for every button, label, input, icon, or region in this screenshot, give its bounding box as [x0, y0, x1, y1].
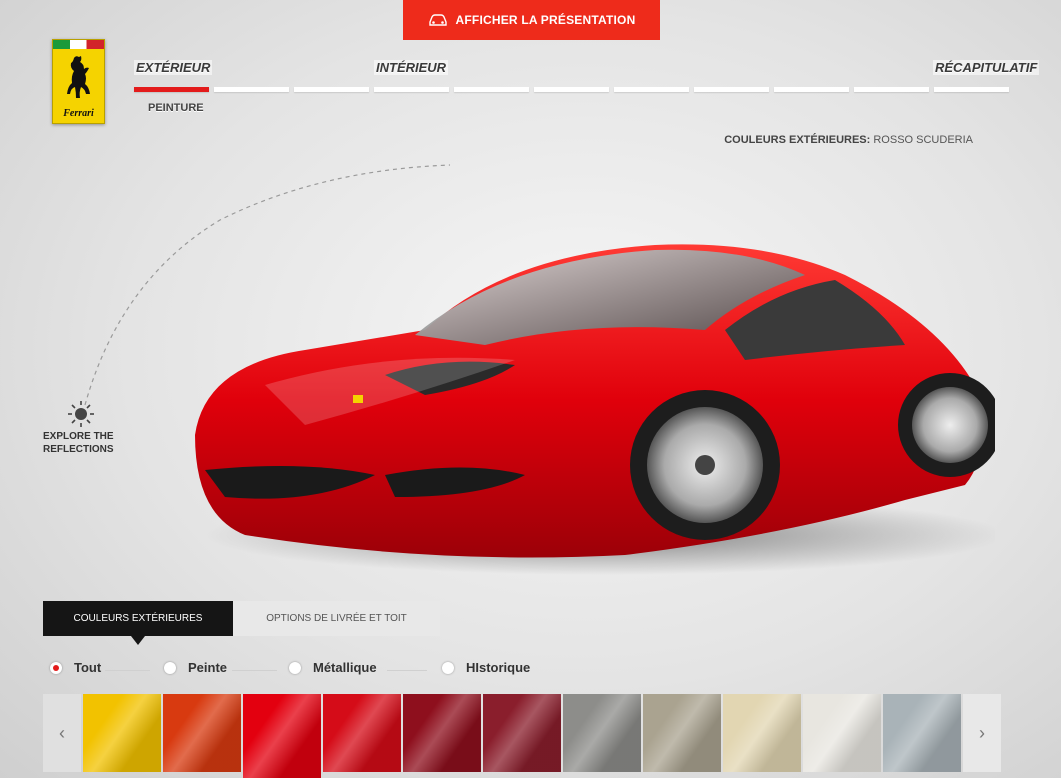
progress-segment	[774, 87, 849, 92]
car-icon	[428, 14, 447, 26]
color-swatch[interactable]	[243, 694, 321, 778]
swatch-sheen	[483, 694, 561, 772]
color-swatch[interactable]	[403, 694, 481, 772]
color-info-value: ROSSO SCUDERIA	[873, 134, 973, 146]
filter-all[interactable]: Tout	[50, 660, 101, 675]
progress-segment	[534, 87, 609, 92]
swatch-sheen	[883, 694, 961, 772]
filter-historic[interactable]: HIstorique	[442, 660, 530, 675]
reflections-line-1: EXPLORE THE	[43, 431, 114, 442]
prev-swatches-button[interactable]: ‹	[43, 694, 81, 772]
filter-divider	[105, 670, 150, 671]
filter-historic-label: HIstorique	[466, 660, 531, 675]
radio-filter-metallic[interactable]	[289, 661, 301, 674]
progress-segment	[694, 87, 769, 92]
progress-segment	[374, 87, 449, 92]
filter-all-label: Tout	[74, 660, 102, 675]
step-progress-bar	[134, 87, 1009, 92]
filter-divider	[387, 670, 427, 671]
progress-segment	[454, 87, 529, 92]
progress-segment	[134, 87, 209, 92]
swatch-sheen	[163, 694, 241, 772]
sun-icon	[68, 401, 94, 427]
step-sub-label: PEINTURE	[148, 102, 204, 114]
color-swatch[interactable]	[883, 694, 961, 772]
radio-filter-historic[interactable]	[442, 661, 454, 674]
show-presentation-button[interactable]: AFFICHER LA PRÉSENTATION	[403, 0, 660, 40]
color-swatch[interactable]	[483, 694, 561, 772]
color-swatch[interactable]	[803, 694, 881, 772]
chevron-left-icon: ‹	[59, 722, 65, 743]
logo-brand-text: Ferrari	[63, 108, 94, 119]
explore-reflections-button[interactable]: EXPLORE THE REFLECTIONS	[43, 400, 133, 456]
filter-metallic[interactable]: Métallique	[289, 660, 377, 675]
selected-color-info: COULEURS EXTÉRIEURES: ROSSO SCUDERIA	[724, 134, 973, 146]
filter-divider	[232, 670, 277, 671]
color-filters: Tout Peinte Métallique HIstorique	[47, 660, 567, 680]
swatch-sheen	[723, 694, 801, 772]
reflections-line-2: REFLECTIONS	[43, 444, 114, 455]
swatch-sheen	[323, 694, 401, 772]
filter-painted-label: Peinte	[188, 660, 228, 675]
color-swatch-carousel: ‹ ›	[43, 694, 1001, 778]
next-swatches-button[interactable]: ›	[963, 694, 1001, 772]
swatch-sheen	[243, 694, 321, 778]
swatch-sheen	[403, 694, 481, 772]
radio-filter-painted[interactable]	[164, 661, 176, 674]
progress-segment	[854, 87, 929, 92]
option-tabs: COULEURS EXTÉRIEURES OPTIONS DE LIVRÉE E…	[43, 601, 440, 645]
chevron-right-icon: ›	[979, 722, 985, 743]
car-render	[195, 244, 995, 575]
progress-segment	[614, 87, 689, 92]
prancing-horse-icon	[67, 56, 90, 98]
step-interior[interactable]: INTÉRIEUR	[374, 60, 449, 75]
color-swatch[interactable]	[563, 694, 641, 772]
color-swatch[interactable]	[643, 694, 721, 772]
color-swatch[interactable]	[163, 694, 241, 772]
ferrari-logo[interactable]: Ferrari	[52, 39, 105, 124]
progress-segment	[934, 87, 1009, 92]
color-swatch[interactable]	[83, 694, 161, 772]
progress-segment	[294, 87, 369, 92]
filter-painted[interactable]: Peinte	[164, 660, 227, 675]
step-summary[interactable]: RÉCAPITULATIF	[933, 60, 1040, 75]
tab-exterior-colors[interactable]: COULEURS EXTÉRIEURES	[43, 601, 233, 645]
step-exterior[interactable]: EXTÉRIEUR	[134, 60, 213, 75]
italian-flag-stripe	[53, 40, 104, 49]
swatch-sheen	[563, 694, 641, 772]
tab-livery-roof-options[interactable]: OPTIONS DE LIVRÉE ET TOIT	[233, 601, 440, 636]
swatch-sheen	[643, 694, 721, 772]
explore-reflections-text: EXPLORE THE REFLECTIONS	[43, 430, 133, 456]
progress-segment	[214, 87, 289, 92]
color-info-label: COULEURS EXTÉRIEURES:	[724, 134, 871, 146]
show-presentation-label: AFFICHER LA PRÉSENTATION	[455, 13, 636, 27]
color-swatch[interactable]	[323, 694, 401, 772]
swatch-sheen	[803, 694, 881, 772]
color-swatch[interactable]	[723, 694, 801, 772]
radio-filter-all[interactable]	[50, 661, 62, 674]
filter-metallic-label: Métallique	[313, 660, 377, 675]
swatch-sheen	[83, 694, 161, 772]
